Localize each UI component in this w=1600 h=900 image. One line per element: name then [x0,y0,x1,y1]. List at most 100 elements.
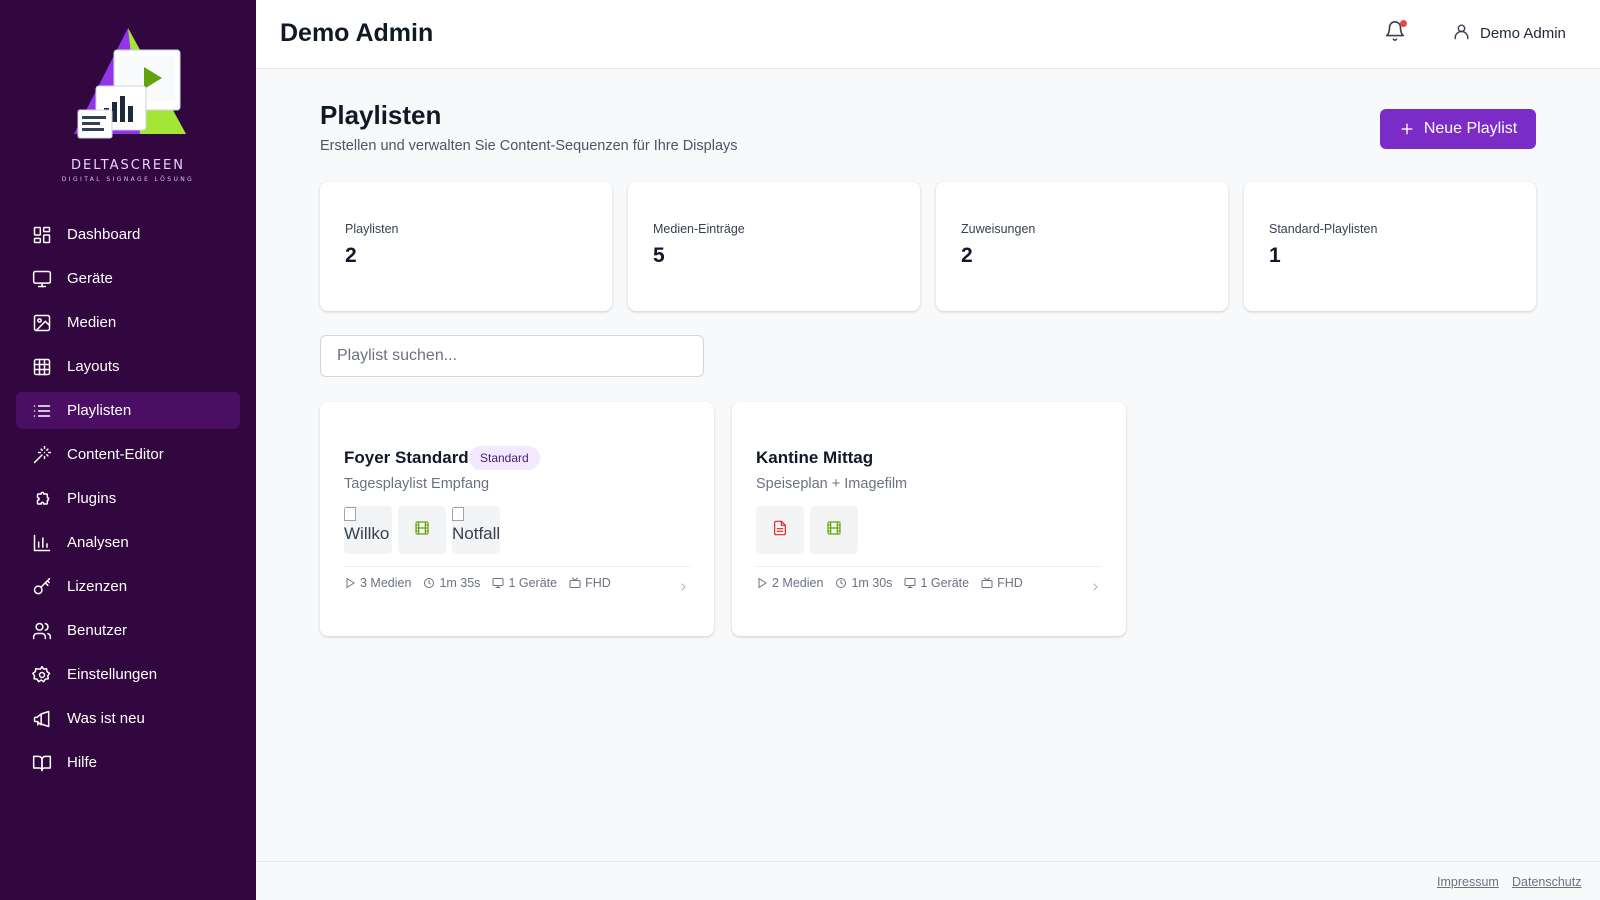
sidebar-item-content-editor[interactable]: Content-Editor [16,436,240,473]
tv-icon [981,577,993,588]
sidebar-item-dashboard[interactable]: Dashboard [16,216,240,253]
duration-text: 1m 35s [439,576,481,590]
bell-icon [1384,21,1406,46]
resolution: FHD [981,576,1023,590]
sidebar-nav: Dashboard Geräte Medien Layouts Playlist… [16,216,240,788]
playlist-description: Tagesplaylist Empfang [344,476,490,492]
playlist-title: Foyer Standard [344,448,469,467]
user-icon [1452,22,1480,45]
playlist-card-kantine-mittag[interactable]: Kantine Mittag Speiseplan + Imagefilm 2 … [732,402,1126,636]
playlist-card-foyer-standard[interactable]: Foyer Standard Standard Tagesplaylist Em… [320,402,714,636]
new-playlist-label: Neue Playlist [1423,120,1518,137]
card-divider [344,566,690,567]
media-thumbnail[interactable]: Notfall [452,506,500,554]
search-input[interactable] [320,335,704,377]
broken-image-icon [452,507,464,521]
sidebar-item-label: Plugins [67,490,117,507]
gear-icon [32,665,52,685]
list-icon [32,401,52,421]
sidebar-item-medien[interactable]: Medien [16,304,240,341]
play-icon [346,578,355,588]
sidebar-item-label: Medien [67,314,117,331]
media-count-text: 3 Medien [360,576,412,590]
stat-card-standard-playlisten: Standard-Playlisten 1 [1244,182,1536,311]
sidebar-item-label: Analysen [67,534,129,551]
sidebar-item-was-ist-neu[interactable]: Was ist neu [16,700,240,737]
playlist-meta: 3 Medien 1m 35s 1 Geräte FHD [344,576,623,590]
sidebar-item-label: Dashboard [67,226,141,243]
tv-icon [569,577,581,588]
sidebar-item-label: Playlisten [67,402,132,419]
sidebar-item-label: Hilfe [67,754,98,771]
media-thumbnail[interactable] [810,506,858,554]
image-icon [32,313,52,333]
sidebar-item-label: Content-Editor [67,446,164,463]
media-thumbnail[interactable] [398,506,446,554]
top-header: Demo Admin Demo Admin [256,0,1600,69]
resolution-text: FHD [585,576,611,590]
key-icon [32,577,52,597]
clock-icon [836,578,847,588]
datenschutz-link[interactable]: Datenschutz [1512,875,1581,889]
user-menu[interactable]: Demo Admin [1452,22,1566,45]
duration-text: 1m 30s [851,576,893,590]
sidebar-item-analysen[interactable]: Analysen [16,524,240,561]
resolution-text: FHD [997,576,1023,590]
monitor-icon [904,578,916,588]
stat-card-zuweisungen: Zuweisungen 2 [936,182,1228,311]
sidebar-item-label: Was ist neu [67,710,145,727]
plus-icon [1401,123,1413,135]
card-divider [756,566,1102,567]
film-icon [414,520,430,541]
image-alt-text: Willko [344,524,390,543]
media-thumbnails: Willko Notfall [344,506,506,554]
device-count-text: 1 Geräte [508,576,558,590]
sidebar-item-hilfe[interactable]: Hilfe [16,744,240,781]
chevron-right-icon [678,579,688,591]
bar-chart-icon [32,533,52,553]
standard-badge: Standard [469,446,540,470]
device-count: 1 Geräte [904,576,969,590]
sidebar-item-label: Benutzer [67,622,128,639]
stat-value: 5 [653,244,665,267]
header-title: Demo Admin [280,19,434,47]
sidebar-item-layouts[interactable]: Layouts [16,348,240,385]
device-count-text: 1 Geräte [920,576,970,590]
stat-label: Medien-Einträge [653,222,745,236]
magic-wand-icon [32,445,52,465]
chevron-right-icon [1090,579,1100,591]
media-thumbnail[interactable] [756,506,804,554]
clock-icon [424,578,435,588]
stat-card-playlisten: Playlisten 2 [320,182,612,311]
brand-tagline: DIGITAL SIGNAGE LÖSUNG [61,176,195,183]
impressum-link[interactable]: Impressum [1437,875,1499,889]
device-count: 1 Geräte [492,576,557,590]
sidebar-item-plugins[interactable]: Plugins [16,480,240,517]
notifications-button[interactable] [1384,20,1410,46]
page-title: Playlisten [320,100,442,130]
sidebar-item-lizenzen[interactable]: Lizenzen [16,568,240,605]
image-alt-text: Notfall [452,524,500,543]
grid-icon [32,357,52,377]
duration: 1m 30s [835,576,892,590]
media-count-text: 2 Medien [772,576,824,590]
sidebar-item-playlisten[interactable]: Playlisten [16,392,240,429]
brand-name: DELTASCREEN [70,158,185,173]
book-icon [32,753,52,773]
playlist-title: Kantine Mittag [756,448,874,467]
notification-dot [1400,20,1407,27]
sidebar-item-benutzer[interactable]: Benutzer [16,612,240,649]
stat-card-medien-eintraege: Medien-Einträge 5 [628,182,920,311]
media-thumbnail[interactable]: Willko [344,506,392,554]
dashboard-icon [32,225,52,245]
play-icon [758,578,767,588]
sidebar-item-einstellungen[interactable]: Einstellungen [16,656,240,693]
new-playlist-button[interactable]: Neue Playlist [1380,109,1536,149]
resolution: FHD [569,576,611,590]
stat-value: 2 [345,244,357,267]
playlist-meta: 2 Medien 1m 30s 1 Geräte FHD [756,576,1035,590]
puzzle-icon [32,489,52,509]
sidebar-item-geraete[interactable]: Geräte [16,260,240,297]
media-thumbnails [756,506,864,554]
monitor-icon [32,269,52,289]
